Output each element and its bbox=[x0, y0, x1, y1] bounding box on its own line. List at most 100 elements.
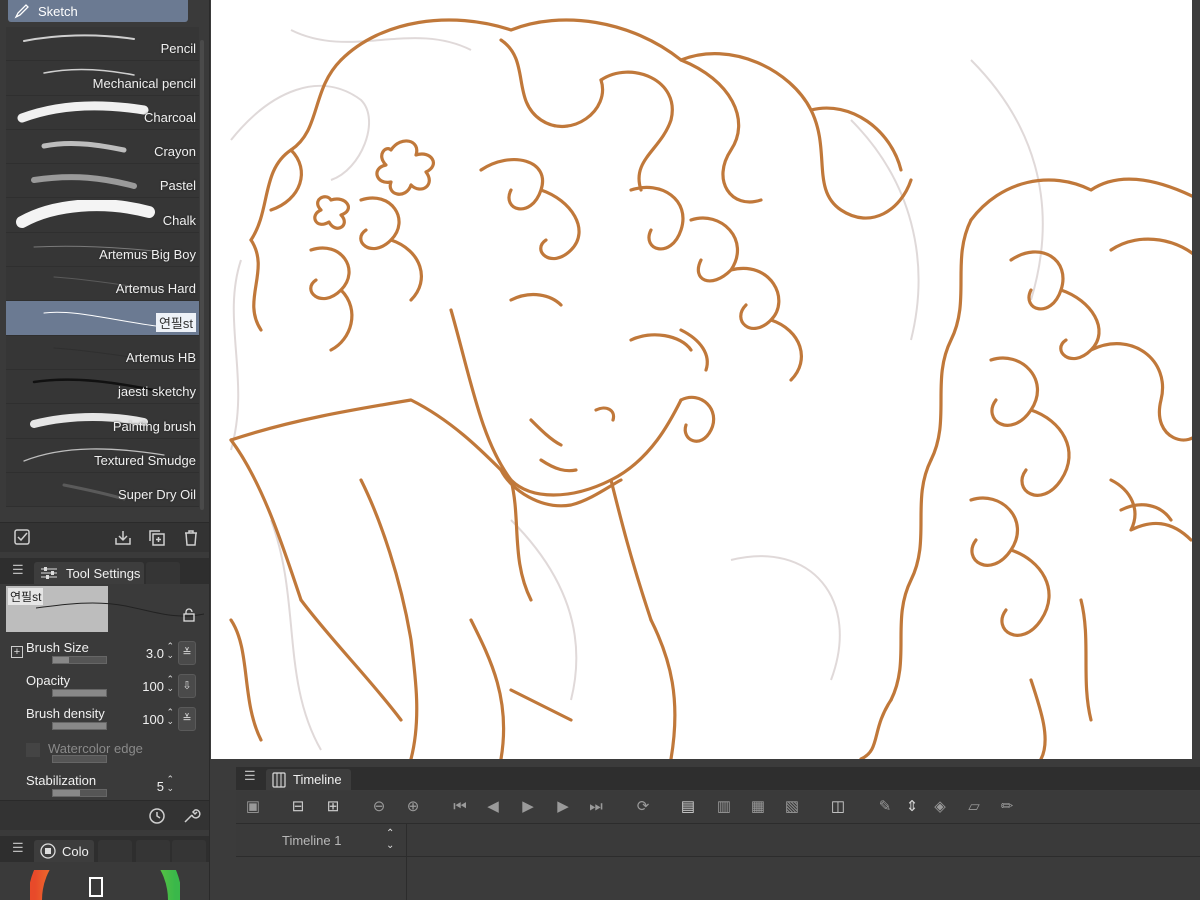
property-slider[interactable] bbox=[52, 789, 107, 797]
next-frame-icon[interactable]: ▶ bbox=[554, 798, 572, 816]
property-slider[interactable] bbox=[52, 689, 107, 697]
zoom-out-icon[interactable]: ⊖ bbox=[370, 798, 388, 816]
timeline-frames-icon[interactable]: ⊟ bbox=[289, 798, 307, 816]
drawing-canvas[interactable] bbox=[211, 0, 1200, 759]
brush-item[interactable]: Artemus Hard bbox=[6, 267, 199, 302]
color-tabbar: ☰ Colo bbox=[0, 836, 209, 862]
lock-icon[interactable] bbox=[182, 608, 196, 622]
onion-skin-icon[interactable]: ◫ bbox=[829, 798, 847, 816]
brush-item[interactable]: Crayon bbox=[6, 129, 199, 165]
timeline-panel: ☰ Timeline ▣ ⊟ ⊞ ⊖ ⊕ ⏮ ◀ ▶ ▶ ⏭ ⟳ ▤ ▥ ▦ ▧… bbox=[236, 767, 1200, 900]
new-animation-cel-icon[interactable]: ▤ bbox=[679, 798, 697, 816]
tab-color-wheel[interactable]: Colo bbox=[34, 840, 94, 862]
brush-list-scrollbar[interactable] bbox=[200, 40, 204, 510]
tool-property-row: Watercolor edge bbox=[6, 735, 198, 768]
brush-label: Artemus Big Boy bbox=[99, 247, 196, 263]
brush-item[interactable]: Chalk bbox=[6, 198, 199, 233]
reset-icon[interactable] bbox=[147, 806, 167, 826]
sliders-icon bbox=[41, 567, 57, 579]
edit-keyframe-icon[interactable]: ✏ bbox=[998, 798, 1016, 816]
menu-handle-icon[interactable]: ☰ bbox=[12, 840, 24, 856]
brush-group-header[interactable]: Sketch bbox=[8, 0, 188, 22]
property-slider[interactable] bbox=[52, 656, 107, 664]
stepper-icon[interactable]: ⌃ ⌄ bbox=[166, 675, 174, 693]
brush-item[interactable]: Super Dry Oil bbox=[6, 472, 199, 508]
property-value[interactable]: 5 bbox=[157, 779, 164, 794]
stepper-icon[interactable]: ⌃ ⌄ bbox=[166, 642, 174, 660]
watercolor-edge-checkbox[interactable] bbox=[26, 743, 40, 757]
light-table-icon[interactable]: ▱ bbox=[965, 798, 983, 816]
new-animation-folder-icon[interactable]: ▥ bbox=[715, 798, 733, 816]
add-frame-icon[interactable]: ⊞ bbox=[324, 798, 342, 816]
specify-cel-icon[interactable]: ▦ bbox=[749, 798, 767, 816]
trash-icon[interactable] bbox=[181, 528, 201, 548]
updown-icon[interactable]: ⇕ bbox=[903, 798, 921, 816]
duplicate-icon[interactable] bbox=[147, 528, 167, 548]
zoom-in-icon[interactable]: ⊕ bbox=[404, 798, 422, 816]
brush-settings-icon[interactable] bbox=[13, 528, 33, 548]
first-frame-icon[interactable]: ⏮ bbox=[451, 798, 469, 816]
timeline-select-spinner-icon[interactable]: ⌃ ⌄ bbox=[386, 828, 394, 852]
property-name: Stabilization bbox=[26, 773, 97, 788]
tool-property-row: Opacity 100 ⌃ ⌄ ⇩ bbox=[6, 669, 198, 702]
property-slider[interactable] bbox=[52, 722, 107, 730]
brush-item[interactable]: Artemus Big Boy bbox=[6, 232, 199, 268]
brush-item[interactable]: Artemus HB bbox=[6, 335, 199, 370]
delete-cel-icon[interactable]: ▧ bbox=[783, 798, 801, 816]
brush-item[interactable]: Pencil bbox=[6, 27, 199, 62]
brush-item[interactable]: jaesti sketchy bbox=[6, 369, 199, 405]
pressure-settings-button[interactable]: ≚ bbox=[178, 707, 196, 731]
stepper-icon[interactable]: ⌃ ⌄ bbox=[166, 708, 174, 726]
color-tab-label: Colo bbox=[62, 843, 89, 859]
brush-item[interactable]: Textured Smudge bbox=[6, 438, 199, 473]
menu-handle-icon[interactable]: ☰ bbox=[12, 562, 24, 578]
new-timeline-icon[interactable]: ▣ bbox=[244, 798, 262, 816]
tab-sub-tool-detail[interactable] bbox=[146, 562, 180, 584]
brush-item[interactable]: 연필st bbox=[6, 301, 199, 336]
tab-color-set[interactable] bbox=[98, 840, 132, 862]
tool-settings-tabbar: ☰ Tool Settings bbox=[0, 558, 209, 584]
canvas-scrollbar[interactable] bbox=[1192, 0, 1200, 759]
brush-stroke-preview bbox=[43, 312, 165, 328]
brush-item[interactable]: Charcoal bbox=[6, 95, 199, 130]
pressure-settings-button[interactable]: ⇩ bbox=[178, 674, 196, 698]
property-value[interactable]: 3.0 bbox=[146, 646, 164, 661]
brush-label: Pastel bbox=[159, 178, 196, 194]
tool-property-row: Stabilization 5 ⌃ ⌄ bbox=[6, 769, 198, 802]
brush-stroke-preview bbox=[16, 200, 155, 229]
menu-handle-icon[interactable]: ☰ bbox=[244, 768, 256, 784]
brush-item[interactable]: Mechanical pencil bbox=[6, 61, 199, 96]
play-icon[interactable]: ▶ bbox=[519, 798, 537, 816]
expand-icon[interactable]: + bbox=[11, 646, 23, 658]
brush-item[interactable]: Painting brush bbox=[6, 404, 199, 439]
tab-approximate-color[interactable] bbox=[172, 840, 206, 862]
property-value[interactable]: 100 bbox=[142, 679, 164, 694]
property-slider[interactable] bbox=[52, 755, 107, 763]
brush-label: Artemus HB bbox=[125, 349, 196, 365]
brush-label: Textured Smudge bbox=[94, 452, 196, 468]
timeline-toolbar: ▣ ⊟ ⊞ ⊖ ⊕ ⏮ ◀ ▶ ▶ ⏭ ⟳ ▤ ▥ ▦ ▧ ◫ ✎ ⇕ ◈ ▱ … bbox=[236, 791, 1200, 823]
brush-item[interactable]: Pastel bbox=[6, 164, 199, 199]
pressure-settings-button[interactable]: ≚ bbox=[178, 641, 196, 665]
timeline-tabbar: ☰ Timeline bbox=[236, 767, 1200, 790]
brush-label: Pencil bbox=[160, 41, 196, 57]
tab-intermediate-color[interactable] bbox=[136, 840, 170, 862]
wrench-icon[interactable] bbox=[181, 806, 201, 826]
color-wheel[interactable] bbox=[30, 870, 180, 900]
brush-label: Super Dry Oil bbox=[117, 487, 196, 503]
loop-icon[interactable]: ⟳ bbox=[634, 798, 652, 816]
enable-onion-icon[interactable]: ✎ bbox=[876, 798, 894, 816]
pencil-icon bbox=[14, 4, 29, 19]
tab-timeline[interactable]: Timeline bbox=[266, 769, 351, 790]
brush-label: Crayon bbox=[154, 144, 196, 160]
keyframe-icon[interactable]: ◈ bbox=[931, 798, 949, 816]
tab-tool-settings[interactable]: Tool Settings bbox=[34, 562, 144, 584]
last-frame-icon[interactable]: ⏭ bbox=[587, 798, 605, 816]
stepper-icon[interactable]: ⌃ ⌄ bbox=[166, 775, 174, 793]
brush-preview: 연필st bbox=[6, 586, 206, 632]
tool-property-row: Brush density 100 ⌃ ⌄ ≚ bbox=[6, 702, 198, 735]
timeline-track-row[interactable]: Timeline 1 ⌃ ⌄ bbox=[236, 823, 1200, 857]
property-value[interactable]: 100 bbox=[142, 712, 164, 727]
import-icon[interactable] bbox=[113, 528, 133, 548]
prev-frame-icon[interactable]: ◀ bbox=[484, 798, 502, 816]
